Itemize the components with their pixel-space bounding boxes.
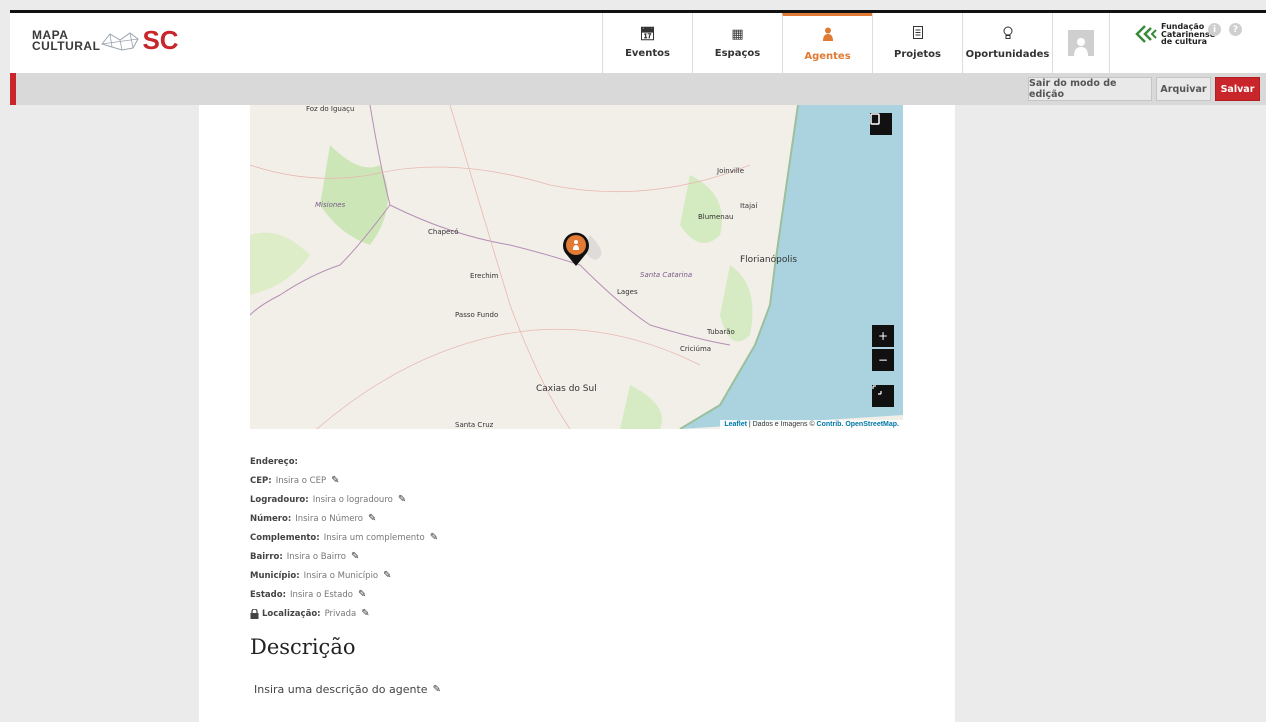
document-icon bbox=[912, 26, 923, 43]
osm-link[interactable]: Contrib. OpenStreetMap. bbox=[817, 421, 899, 428]
user-avatar-menu[interactable] bbox=[1052, 13, 1110, 73]
save-button[interactable]: Salvar bbox=[1215, 77, 1260, 101]
cep-row: CEP: Insira o CEP ✎ bbox=[250, 475, 340, 486]
edit-icon[interactable]: ✎ bbox=[430, 532, 438, 543]
edit-icon[interactable]: ✎ bbox=[433, 684, 441, 695]
address-section: Endereço: CEP: Insira o CEP ✎ Logradouro… bbox=[250, 452, 438, 623]
building-icon: ▦ bbox=[731, 27, 744, 42]
estado-field[interactable]: Insira o Estado bbox=[290, 590, 353, 600]
site-header: MAPA CULTURAL SC 📅︎ Eventos ▦ Espaços Ag… bbox=[10, 13, 1266, 74]
map-label-florianopolis: Florianópolis bbox=[740, 255, 798, 265]
edit-icon[interactable]: ✎ bbox=[358, 589, 366, 600]
bairro-field[interactable]: Insira o Bairro bbox=[287, 552, 346, 562]
map-label-santa-catarina: Santa Catarina bbox=[640, 271, 693, 279]
edit-icon[interactable]: ✎ bbox=[331, 475, 339, 486]
zoom-in-button[interactable]: + bbox=[872, 325, 894, 347]
fullscreen-button[interactable] bbox=[872, 385, 894, 407]
logo-sc: SC bbox=[142, 25, 179, 55]
fcc-text: Fundação Catarinense de cultura bbox=[1161, 22, 1216, 46]
agent-location-marker-icon[interactable] bbox=[561, 231, 591, 267]
cep-field[interactable]: Insira o CEP bbox=[276, 476, 326, 486]
map-label-chapeco: Chapecó bbox=[428, 228, 459, 236]
map-label-caxias: Caxias do Sul bbox=[536, 384, 597, 394]
person-icon bbox=[822, 27, 833, 45]
map-label-blumenau: Blumenau bbox=[698, 213, 734, 221]
zoom-out-button[interactable]: − bbox=[872, 349, 894, 371]
lock-icon bbox=[250, 608, 259, 619]
numero-row: Número: Insira o Número ✎ bbox=[250, 513, 377, 524]
description-field[interactable]: Insira uma descrição do agente bbox=[254, 683, 428, 696]
calendar-icon: 📅︎ bbox=[639, 27, 656, 42]
edit-icon[interactable]: ✎ bbox=[361, 608, 369, 619]
lightbulb-icon bbox=[1003, 26, 1013, 43]
fundacao-catarinense-logo[interactable]: Fundação Catarinense de cultura bbox=[1135, 23, 1215, 46]
description-row: Insira uma descrição do agente ✎ bbox=[254, 683, 441, 696]
localizacao-row: Localização: Privada ✎ bbox=[250, 604, 438, 623]
user-silhouette-icon bbox=[1074, 38, 1088, 56]
logo-text: MAPA CULTURAL bbox=[32, 27, 101, 53]
leaflet-link[interactable]: Leaflet bbox=[724, 421, 747, 428]
map-label-foz: Foz do Iguaçu bbox=[306, 105, 355, 113]
map-label-passo-fundo: Passo Fundo bbox=[455, 311, 499, 319]
nav-oportunidades[interactable]: Oportunidades bbox=[962, 13, 1052, 73]
edit-icon[interactable]: ✎ bbox=[351, 551, 359, 562]
layers-button[interactable] bbox=[870, 113, 892, 135]
map-tiles bbox=[250, 105, 903, 429]
logradouro-field[interactable]: Insira o logradouro bbox=[313, 495, 393, 505]
edit-toolbar: Sair do modo de edição Arquivar Salvar bbox=[10, 73, 1266, 105]
estado-row: Estado: Insira o Estado ✎ bbox=[250, 589, 367, 600]
map-label-tubarao: Tubarão bbox=[707, 328, 735, 336]
edit-icon[interactable]: ✎ bbox=[368, 513, 376, 524]
fullscreen-icon bbox=[872, 385, 882, 395]
municipio-field[interactable]: Insira o Município bbox=[304, 571, 378, 581]
help-icon[interactable]: ? bbox=[1229, 23, 1242, 36]
map-label-misiones: Misiones bbox=[315, 201, 346, 209]
main-nav: 📅︎ Eventos ▦ Espaços Agentes Projetos Op… bbox=[602, 13, 1110, 73]
avatar bbox=[1068, 30, 1094, 56]
complemento-row: Complemento: Insira um complemento ✎ bbox=[250, 532, 439, 543]
map-lines-logo-icon bbox=[101, 31, 140, 51]
archive-button[interactable]: Arquivar bbox=[1156, 77, 1211, 101]
localizacao-field[interactable]: Privada bbox=[325, 609, 357, 619]
map-label-lages: Lages bbox=[617, 288, 638, 296]
info-icon[interactable]: i bbox=[1208, 23, 1221, 36]
mapa-cultural-logo[interactable]: MAPA CULTURAL SC bbox=[32, 25, 179, 56]
layers-icon bbox=[870, 113, 880, 125]
map-attribution: Leaflet | Dados e Imagens © Contrib. Ope… bbox=[720, 420, 903, 429]
fcc-chevrons-icon bbox=[1135, 25, 1157, 44]
numero-field[interactable]: Insira o Número bbox=[295, 514, 363, 524]
nav-projetos[interactable]: Projetos bbox=[872, 13, 962, 73]
map-label-santa-cruz: Santa Cruz bbox=[455, 421, 494, 429]
nav-agentes[interactable]: Agentes bbox=[782, 13, 872, 73]
complemento-field[interactable]: Insira um complemento bbox=[324, 533, 425, 543]
map-label-criciuma: Criciúma bbox=[680, 345, 712, 353]
map-label-itajai: Itajaí bbox=[740, 202, 758, 210]
map-label-joinville: Joinville bbox=[717, 167, 745, 175]
nav-espacos[interactable]: ▦ Espaços bbox=[692, 13, 782, 73]
nav-eventos[interactable]: 📅︎ Eventos bbox=[602, 13, 692, 73]
logradouro-row: Logradouro: Insira o logradouro ✎ bbox=[250, 494, 407, 505]
edit-icon[interactable]: ✎ bbox=[383, 570, 391, 581]
edit-mode-indicator bbox=[10, 73, 16, 105]
location-map[interactable]: Foz do Iguaçu Misiones Joinville Itajaí … bbox=[250, 105, 903, 429]
address-heading: Endereço: bbox=[250, 456, 298, 467]
municipio-row: Município: Insira o Município ✎ bbox=[250, 570, 392, 581]
main-content: Foz do Iguaçu Misiones Joinville Itajaí … bbox=[199, 105, 955, 722]
map-label-erechim: Erechim bbox=[470, 272, 499, 280]
edit-icon[interactable]: ✎ bbox=[398, 494, 406, 505]
description-title: Descrição bbox=[250, 635, 356, 659]
bairro-row: Bairro: Insira o Bairro ✎ bbox=[250, 551, 360, 562]
exit-edit-mode-button[interactable]: Sair do modo de edição bbox=[1028, 77, 1152, 101]
